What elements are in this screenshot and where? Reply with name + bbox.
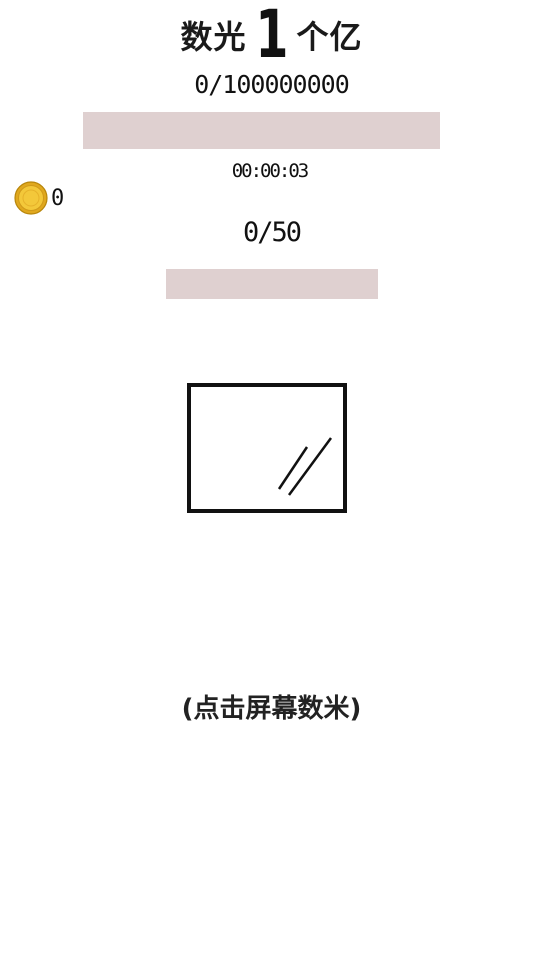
window-frame-icon[interactable] [187, 383, 347, 513]
coin-display: 0 [14, 180, 64, 216]
timer: 00:00:03 [231, 160, 310, 182]
title-suffix: 个亿 [296, 18, 363, 56]
game-title: 数光 1 个亿 [0, 2, 543, 68]
level-progress-bar [166, 269, 378, 299]
total-progress-text: 0/100000000 [194, 70, 350, 99]
total-progress-bar [83, 112, 440, 149]
coin-icon [14, 181, 48, 215]
title-prefix: 数光 [180, 18, 247, 56]
title-big-number: 1 [254, 0, 289, 73]
tap-hint: (点击屏幕数米) [181, 694, 362, 724]
coin-count: 0 [51, 185, 65, 211]
level-progress-text: 0/50 [242, 217, 302, 248]
